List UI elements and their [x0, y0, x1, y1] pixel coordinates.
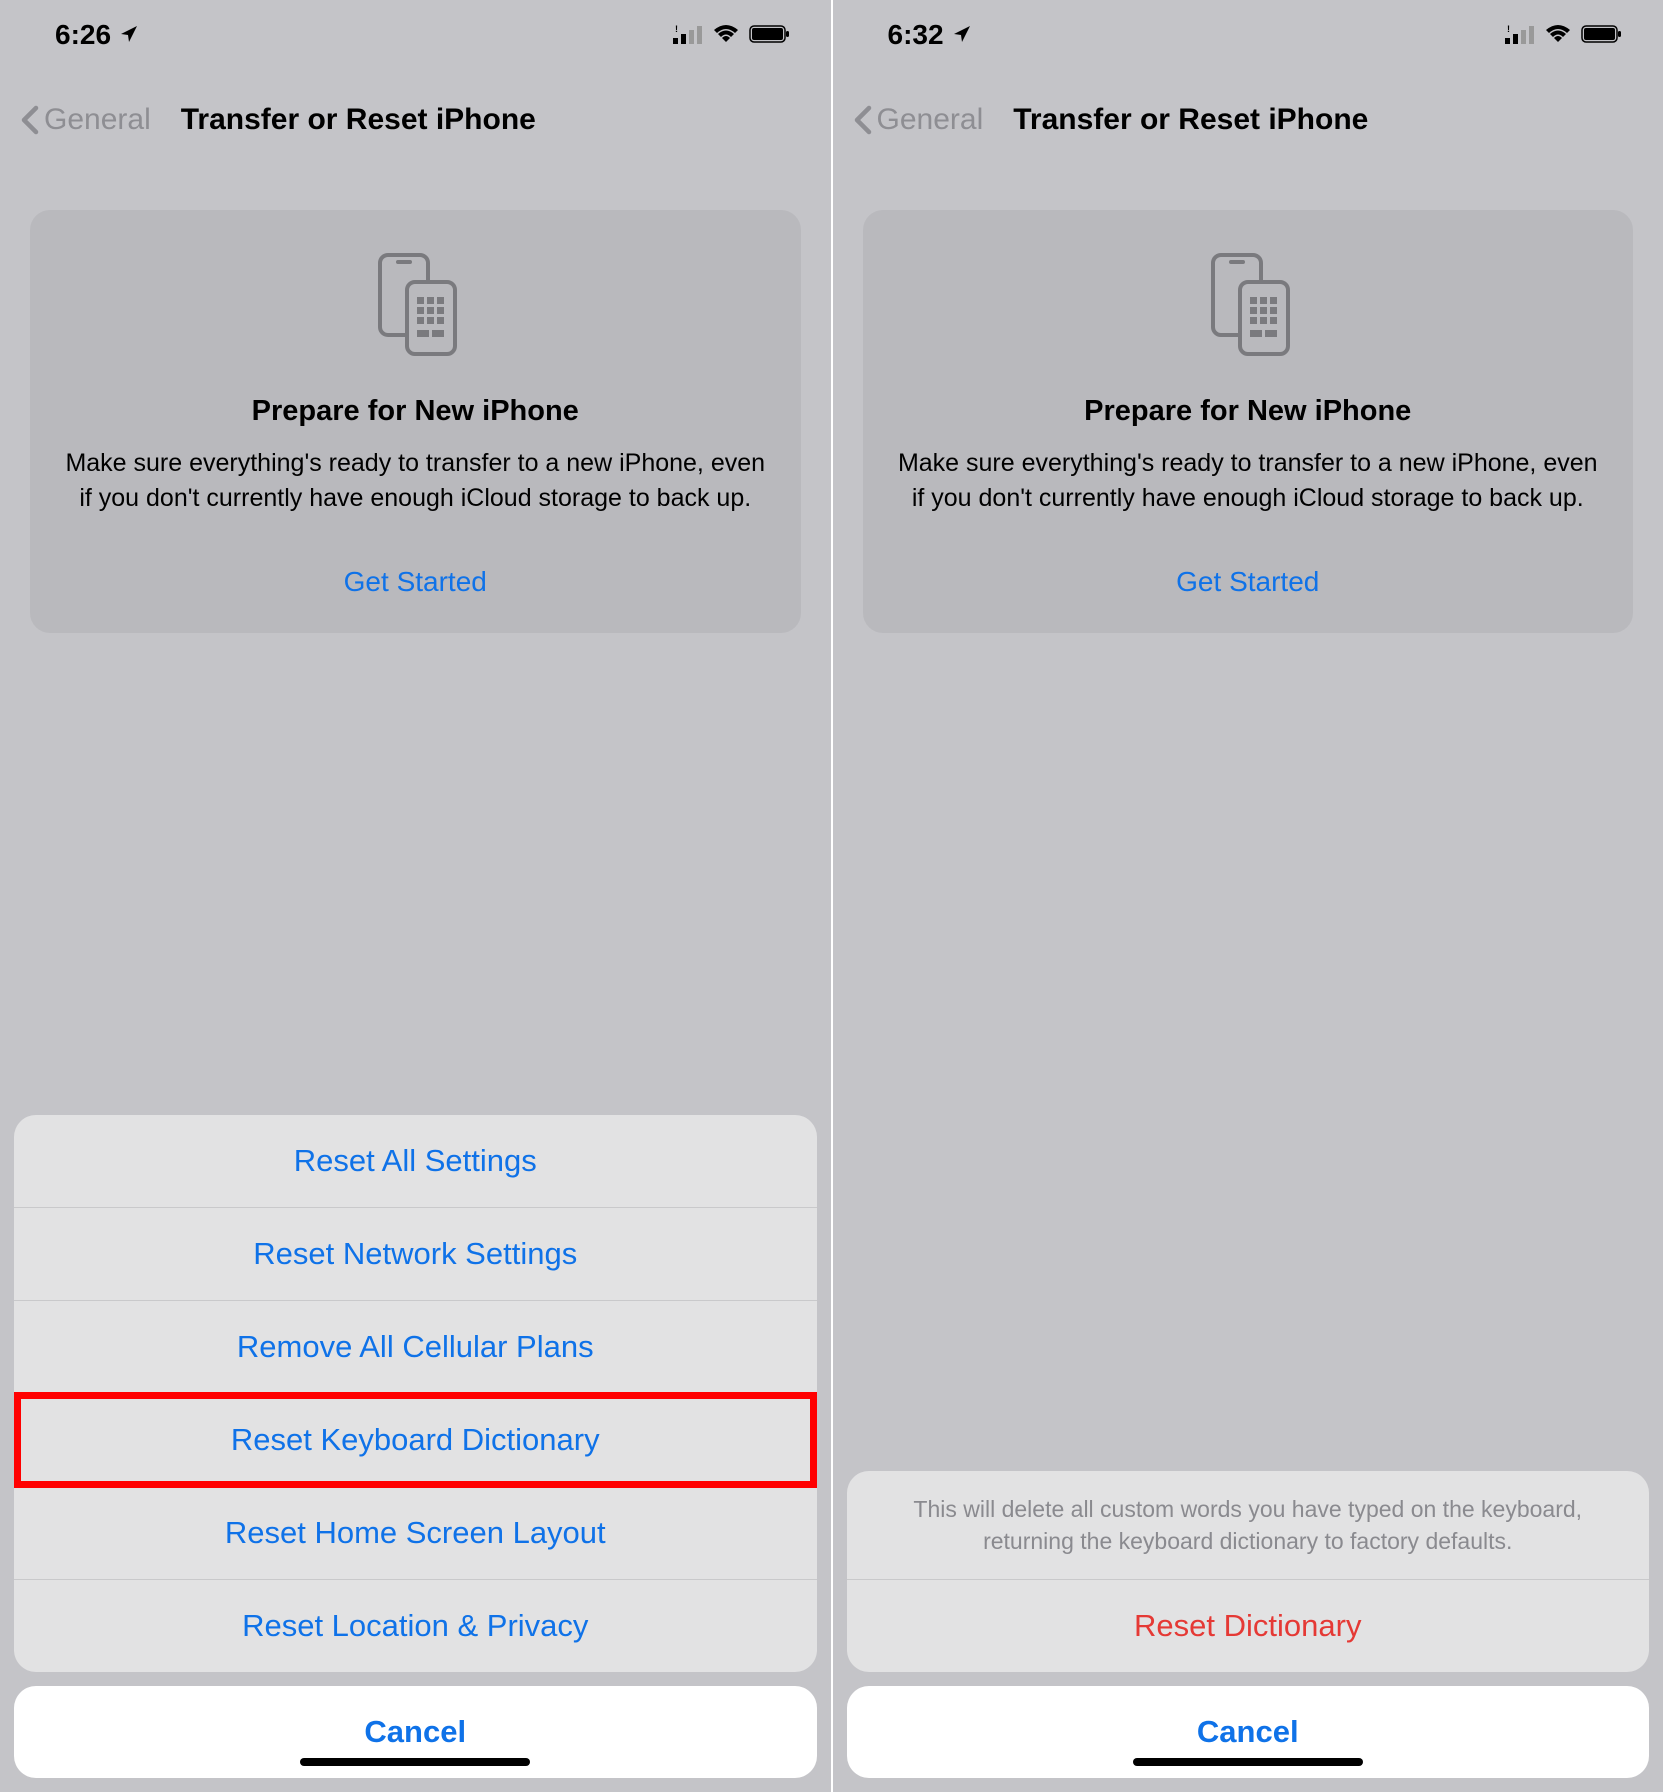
svg-text:!: !	[1507, 24, 1510, 34]
phone-screen-left: 6:26 !	[0, 0, 833, 1792]
back-label: General	[44, 103, 151, 137]
prepare-description: Make sure everything's ready to transfer…	[65, 446, 766, 516]
transfer-devices-icon	[1193, 250, 1303, 360]
location-services-icon	[952, 19, 972, 51]
back-button[interactable]: General	[20, 103, 151, 137]
page-title: Transfer or Reset iPhone	[1013, 103, 1368, 137]
reset-location-privacy-item[interactable]: Reset Location & Privacy	[14, 1580, 817, 1672]
chevron-left-icon	[20, 105, 40, 135]
reset-dictionary-button[interactable]: Reset Dictionary	[847, 1580, 1650, 1672]
nav-bar: General Transfer or Reset iPhone	[833, 80, 1664, 160]
status-time: 6:26	[55, 19, 111, 51]
cellular-signal-icon: !	[1505, 19, 1535, 51]
home-indicator[interactable]	[1133, 1758, 1363, 1766]
get-started-button[interactable]: Get Started	[898, 566, 1599, 598]
reset-network-settings-item[interactable]: Reset Network Settings	[14, 1208, 817, 1301]
reset-keyboard-dictionary-item[interactable]: Reset Keyboard Dictionary	[14, 1394, 817, 1487]
back-button[interactable]: General	[853, 103, 984, 137]
remove-cellular-plans-item[interactable]: Remove All Cellular Plans	[14, 1301, 817, 1394]
status-bar: 6:26 !	[0, 0, 831, 70]
prepare-title: Prepare for New iPhone	[65, 395, 766, 428]
get-started-button[interactable]: Get Started	[65, 566, 766, 598]
sheet-message: This will delete all custom words you ha…	[847, 1471, 1650, 1580]
reset-all-settings-item[interactable]: Reset All Settings	[14, 1115, 817, 1208]
svg-text:!: !	[675, 24, 678, 34]
wifi-icon	[1545, 19, 1571, 51]
reset-home-screen-layout-item[interactable]: Reset Home Screen Layout	[14, 1487, 817, 1580]
transfer-devices-icon	[360, 250, 470, 360]
prepare-title: Prepare for New iPhone	[898, 395, 1599, 428]
back-label: General	[877, 103, 984, 137]
prepare-description: Make sure everything's ready to transfer…	[898, 446, 1599, 516]
status-bar: 6:32 !	[833, 0, 1664, 70]
battery-icon	[1581, 19, 1623, 51]
cellular-signal-icon: !	[673, 19, 703, 51]
chevron-left-icon	[853, 105, 873, 135]
location-services-icon	[119, 19, 139, 51]
nav-bar: General Transfer or Reset iPhone	[0, 80, 831, 160]
prepare-card: Prepare for New iPhone Make sure everyth…	[863, 210, 1634, 633]
page-title: Transfer or Reset iPhone	[181, 103, 536, 137]
wifi-icon	[713, 19, 739, 51]
phone-screen-right: 6:32 !	[833, 0, 1665, 1792]
action-sheet: Reset All Settings Reset Network Setting…	[14, 1115, 817, 1778]
status-time: 6:32	[888, 19, 944, 51]
battery-icon	[749, 19, 791, 51]
action-sheet: This will delete all custom words you ha…	[847, 1471, 1650, 1778]
prepare-card: Prepare for New iPhone Make sure everyth…	[30, 210, 801, 633]
home-indicator[interactable]	[300, 1758, 530, 1766]
